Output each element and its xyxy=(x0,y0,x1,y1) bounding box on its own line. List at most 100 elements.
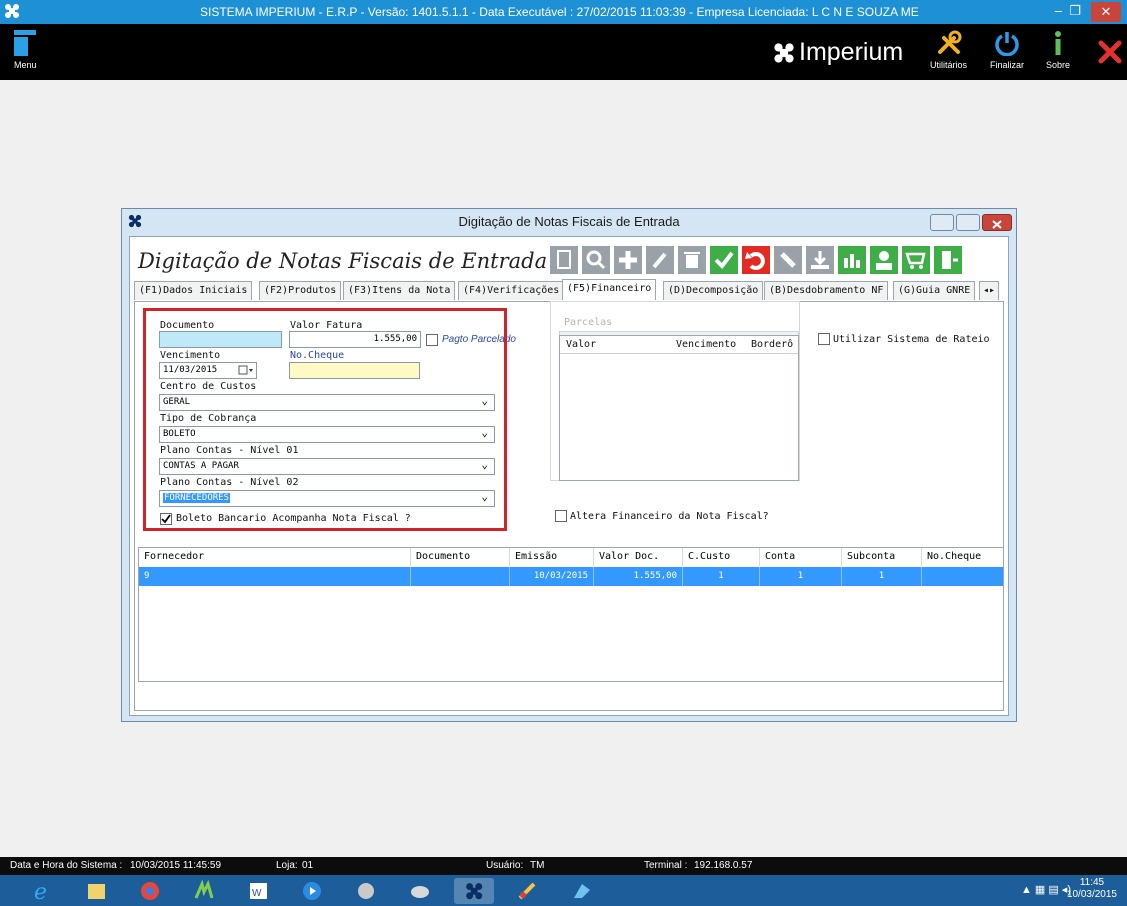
boleto-checkbox[interactable] xyxy=(160,513,172,525)
tab-desdobramento[interactable]: (B)Desdobramento NF xyxy=(764,281,889,300)
taskbar-imperium-icon[interactable] xyxy=(454,878,494,904)
financeiro-grid[interactable]: Fornecedor Documento Emissão Valor Doc. … xyxy=(138,547,1004,682)
tray-date: 10/03/2015 xyxy=(1066,889,1117,900)
svg-text:e: e xyxy=(34,880,47,904)
brand-logo-icon xyxy=(774,43,794,63)
cell-conta: 1 xyxy=(760,567,842,586)
tray-time: 11:45 xyxy=(1079,877,1105,888)
utilitarios-label: Utilitários xyxy=(930,60,968,70)
dialog-close-button[interactable] xyxy=(982,214,1012,231)
plano-nivel-01-select[interactable]: CONTAS A PAGAR xyxy=(159,458,495,475)
info-icon xyxy=(1055,31,1061,55)
user-icon[interactable] xyxy=(870,246,898,274)
document-icon[interactable] xyxy=(550,246,578,274)
add-icon[interactable] xyxy=(614,246,642,274)
tab-scroll-arrows[interactable]: ◂▸ xyxy=(979,281,1000,300)
taskbar-app4-icon[interactable] xyxy=(562,878,602,904)
dialog-minimize-button[interactable] xyxy=(930,214,954,231)
col-conta[interactable]: Conta xyxy=(760,548,842,566)
tipo-cobranca-select[interactable]: BOLETO xyxy=(159,426,495,443)
edit-icon[interactable] xyxy=(646,246,674,274)
no-cheque-input[interactable] xyxy=(289,362,420,379)
tray-icons[interactable]: ▲ ▦ ▤ ◂) xyxy=(1021,883,1071,896)
rateio-checkbox[interactable] xyxy=(818,333,830,345)
loja-label: Loja: xyxy=(276,860,298,871)
valor-fatura-input[interactable]: 1.555,00 xyxy=(289,331,421,348)
col-no-cheque[interactable]: No.Cheque xyxy=(922,548,1003,566)
tray-clock[interactable]: 11:45 10/03/2015 xyxy=(1067,877,1117,901)
documento-input[interactable] xyxy=(159,331,282,348)
search-icon[interactable] xyxy=(582,246,610,274)
datahora-label: Data e Hora do Sistema : xyxy=(10,860,123,871)
delete-icon[interactable] xyxy=(678,246,706,274)
parcelas-label: Parcelas xyxy=(562,317,615,328)
col-fornecedor[interactable]: Fornecedor xyxy=(139,548,411,566)
utilitarios-button[interactable]: Utilitários xyxy=(930,30,967,70)
taskbar-word-icon[interactable]: W xyxy=(238,878,278,904)
tab-dados-iniciais[interactable]: (F1)Dados Iniciais xyxy=(134,281,253,300)
power-icon xyxy=(995,32,1019,56)
taskbar-explorer-icon[interactable] xyxy=(76,878,116,904)
tab-itens-da-nota[interactable]: (F3)Itens da Nota xyxy=(343,281,456,300)
finalizar-label: Finalizar xyxy=(990,60,1025,70)
usuario-value: TM xyxy=(530,860,545,871)
taskbar-app2-icon[interactable] xyxy=(346,878,386,904)
svg-text:W: W xyxy=(252,888,262,899)
plano-nivel-02-select[interactable]: FORNECEDORES xyxy=(159,490,495,507)
confirm-icon[interactable] xyxy=(710,246,738,274)
dialog-maximize-button[interactable] xyxy=(956,214,980,231)
col-subconta[interactable]: Subconta xyxy=(842,548,922,566)
app-close-button[interactable]: ✕ xyxy=(1091,2,1121,22)
app-title: SISTEMA IMPERIUM - E.R.P - Versão: 1401.… xyxy=(200,5,919,19)
altera-financeiro-checkbox[interactable] xyxy=(555,510,567,522)
exit-door-icon[interactable] xyxy=(934,246,962,274)
clear-icon[interactable] xyxy=(774,246,802,274)
tab-decomposicao[interactable]: (D)Decomposição xyxy=(663,281,764,300)
cell-documento xyxy=(411,567,510,586)
menu-button[interactable]: Menu xyxy=(14,30,37,70)
col-documento[interactable]: Documento xyxy=(411,548,510,566)
taskbar-chrome-icon[interactable] xyxy=(130,878,170,904)
col-c-custo[interactable]: C.Custo xyxy=(683,548,760,566)
report-icon[interactable] xyxy=(838,246,866,274)
parcelas-header-valor: Valor xyxy=(566,339,597,350)
minimize-restore-icons[interactable]: – ❐ xyxy=(1055,3,1081,19)
taskbar-app3-icon[interactable] xyxy=(400,878,440,904)
form-heading: Digitação de Notas Fiscais de Entrada xyxy=(138,249,548,273)
altera-financeiro-label: Altera Financeiro da Nota Fiscal? xyxy=(570,511,769,522)
cart-icon[interactable] xyxy=(902,246,930,274)
import-icon[interactable] xyxy=(806,246,834,274)
parcelas-grid[interactable]: Valor Vencimento Borderô xyxy=(559,335,799,481)
restore-button[interactable]: ❐ xyxy=(1069,3,1081,18)
close-icon xyxy=(992,220,1002,229)
tab-financeiro[interactable]: (F5)Financeiro xyxy=(562,279,657,300)
brand: Imperium xyxy=(774,38,903,67)
tab-produtos[interactable]: (F2)Produtos xyxy=(259,281,342,300)
taskbar-media-icon[interactable] xyxy=(292,878,332,904)
tab-verificacoes[interactable]: (F4)Verificações xyxy=(458,281,565,300)
tab-guia-gnre[interactable]: (G)Guia GNRE xyxy=(893,281,976,300)
taskbar-paint-icon[interactable] xyxy=(508,878,548,904)
table-row[interactable]: 9 10/03/2015 1.555,00 1 1 1 xyxy=(139,567,1003,586)
loja-value: 01 xyxy=(302,860,314,871)
centro-custos-select[interactable]: GERAL xyxy=(159,394,495,411)
col-valor-doc[interactable]: Valor Doc. xyxy=(594,548,683,566)
tools-icon xyxy=(937,30,961,54)
imperium-small-icon xyxy=(128,214,142,228)
col-emissao[interactable]: Emissão xyxy=(510,548,594,566)
minimize-button[interactable]: – xyxy=(1055,3,1062,18)
imperium-logo-icon xyxy=(5,4,19,18)
taskbar-ie-icon[interactable]: e xyxy=(22,878,62,905)
taskbar-app-icon[interactable] xyxy=(184,878,224,904)
checkmark-icon xyxy=(161,514,171,524)
tipo-cobranca-label: Tipo de Cobrança xyxy=(160,413,257,424)
exit-button[interactable] xyxy=(1098,40,1122,68)
cell-no-cheque xyxy=(922,567,1003,586)
undo-icon[interactable] xyxy=(742,246,770,274)
sobre-button[interactable]: Sobre xyxy=(1045,30,1071,70)
pagto-parcelado-checkbox[interactable] xyxy=(426,334,438,346)
vencimento-label: Vencimento xyxy=(160,350,221,361)
finalizar-button[interactable]: Finalizar xyxy=(990,30,1024,70)
calendar-icon[interactable] xyxy=(238,365,254,376)
usuario-label: Usuário: xyxy=(486,860,524,871)
